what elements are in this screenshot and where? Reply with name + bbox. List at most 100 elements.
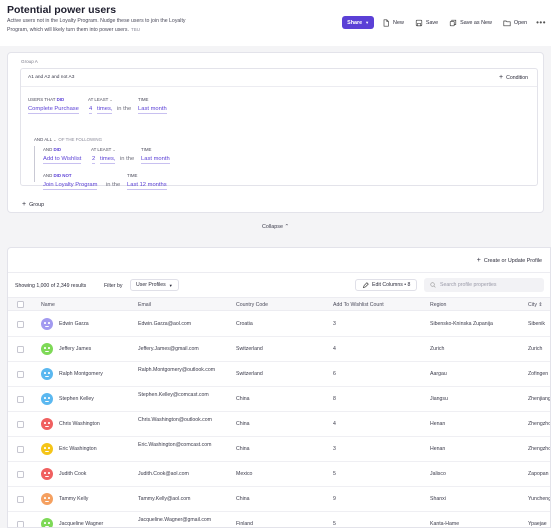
cell-name[interactable]: Edwin Garza (59, 321, 89, 327)
cell-name[interactable]: Jeffery James (59, 346, 91, 352)
cell-name[interactable]: Tammy Kelly (59, 496, 88, 502)
table-row[interactable]: Ralph Montgomery Ralph.Montgomery@outlook… (8, 362, 550, 387)
chevron-down-icon: ▼ (365, 20, 370, 25)
filter-by-label: Filter by (104, 283, 123, 289)
save-label: Save (425, 19, 439, 26)
add-condition-label: Condition (506, 74, 528, 81)
time-select[interactable]: Last 12 months (127, 182, 167, 190)
cell-country: China (236, 421, 250, 427)
event-select[interactable]: Join Loyalty Program (43, 182, 98, 190)
time-label: TIME (138, 97, 149, 102)
cell-email: Jeffery.James@gmail.com (138, 346, 199, 352)
cell-name[interactable]: Ralph Montgomery (59, 371, 103, 377)
table-row[interactable]: Eric Washington Eric.Washington@comcast.c… (8, 437, 550, 462)
more-options-button[interactable]: ••• (536, 18, 546, 27)
cell-wishlist-count: 4 (333, 346, 336, 352)
avatar (41, 418, 53, 430)
cell-region: Kanta-Hame (430, 521, 460, 527)
save-button[interactable]: Save (415, 19, 438, 27)
time-select[interactable]: Last month (138, 106, 167, 114)
times-select[interactable]: times, (97, 106, 113, 114)
query-builder: Group A A1 and A2 and not A3 + Condition… (7, 52, 544, 213)
event-select[interactable]: Complete Purchase (28, 106, 79, 114)
table-row[interactable]: Edwin Garza Edwin.Garza@aol.com Croatia 3 Si… (8, 312, 550, 337)
cell-wishlist-count: 3 (333, 321, 336, 327)
cell-email: Chris.Washington@outlook.com (138, 417, 212, 423)
page-title: Potential power users (7, 4, 117, 16)
create-profile-button[interactable]: + Create or Update Profile (477, 257, 542, 264)
row-checkbox[interactable] (17, 496, 24, 503)
row-checkbox[interactable] (17, 346, 24, 353)
time-select[interactable]: Last month (141, 156, 170, 164)
table-row[interactable]: Judith Cook Judith.Cook@aol.com Mexico 5 Jal… (8, 462, 550, 487)
open-button[interactable]: Open (503, 19, 527, 27)
avatar (41, 343, 53, 355)
cell-region: Jalisco (430, 471, 446, 477)
column-header-name[interactable]: Name (41, 302, 55, 308)
column-header-region[interactable]: Region (430, 302, 446, 308)
profile-search (424, 278, 544, 292)
cell-city: Yuncheng (528, 496, 551, 502)
column-header-wishlist-count[interactable]: Add To Wishlist Count (333, 302, 384, 308)
cell-wishlist-count: 4 (333, 421, 336, 427)
results-filter-bar: Showing 1,000 of 2,349 results Filter by… (8, 278, 550, 294)
times-select[interactable]: times, (100, 156, 116, 164)
select-all-checkbox[interactable] (17, 301, 24, 308)
table-row[interactable]: Jeffery James Jeffery.James@gmail.com Swit… (8, 337, 550, 362)
add-group-button[interactable]: + Group (22, 201, 44, 208)
row-checkbox[interactable] (17, 321, 24, 328)
count-input[interactable]: 4 (89, 106, 93, 114)
table-row[interactable]: Tammy Kelly Tammy.Kelly@aol.com China 9 Shan… (8, 487, 551, 512)
table-row[interactable]: Jacqueline Wagner Jacqueline.Wagner@gmail… (8, 512, 550, 527)
cell-country: Mexico (236, 471, 253, 477)
table-row[interactable]: Stephen Kelley Stephen.Kelley@comcast.com… (8, 387, 550, 412)
edit-columns-button[interactable]: Edit Columns • 8 (355, 279, 418, 291)
at-least-label: AT LEAST⌄ (88, 97, 113, 102)
cell-name[interactable]: Eric Washington (59, 446, 97, 452)
share-button[interactable]: Share ▼ (342, 16, 375, 29)
row-checkbox[interactable] (17, 446, 24, 453)
search-icon (430, 282, 436, 288)
chevron-down-icon: ▼ (168, 282, 173, 288)
column-header-country[interactable]: Country Code (236, 302, 268, 308)
avatar (41, 443, 53, 455)
table-row[interactable]: Chris Washington Chris.Washington@outlook… (8, 412, 550, 437)
cell-country: Switzerland (236, 371, 263, 377)
at-least-label: AT LEAST⌄ (91, 147, 116, 152)
collapse-button[interactable]: Collapse ⌃ (0, 224, 551, 230)
add-condition-button[interactable]: + Condition (499, 74, 528, 81)
search-input[interactable] (440, 282, 540, 288)
description-text: Active users not in the Loyalty Program.… (7, 18, 186, 33)
save-as-new-label: Save as New (460, 19, 492, 26)
cell-wishlist-count: 3 (333, 446, 336, 452)
edit-columns-label: Edit Columns • 8 (372, 282, 411, 288)
row-checkbox[interactable] (17, 521, 24, 527)
column-header-email[interactable]: Email (138, 302, 151, 308)
filter-select[interactable]: User Profiles ▼ (130, 279, 179, 291)
row-checkbox[interactable] (17, 371, 24, 378)
and-did-label: AND DID (43, 147, 62, 152)
cell-region: Aargau (430, 371, 447, 377)
column-header-city[interactable]: City ⇕ (528, 302, 543, 308)
cell-name[interactable]: Jacqueline Wagner (59, 521, 103, 527)
page-header: Potential power users Active users not i… (0, 0, 551, 46)
event-select[interactable]: Add to Wishlist (43, 156, 82, 164)
cell-name[interactable]: Stephen Kelley (59, 396, 94, 402)
cell-city: Ypaejae (528, 521, 547, 527)
row-checkbox[interactable] (17, 421, 24, 428)
save-as-new-button[interactable]: Save as New (449, 19, 492, 27)
and-all-selector[interactable]: AND ALL⌄ OF THE FOLLOWING (34, 137, 102, 142)
new-button[interactable]: New (382, 18, 404, 27)
save-icon (415, 19, 422, 26)
in-the-text: in the (120, 156, 135, 162)
cell-country: China (236, 446, 250, 452)
cell-country: Switzerland (236, 346, 263, 352)
cell-name[interactable]: Judith Cook (59, 471, 86, 477)
cell-name[interactable]: Chris Washington (59, 421, 100, 427)
row-checkbox[interactable] (17, 471, 24, 478)
cell-wishlist-count: 5 (333, 521, 336, 527)
row-checkbox[interactable] (17, 396, 24, 403)
cell-city: Zofingen (528, 371, 549, 377)
cell-region: Henan (430, 421, 446, 427)
count-input[interactable]: 2 (92, 156, 96, 164)
